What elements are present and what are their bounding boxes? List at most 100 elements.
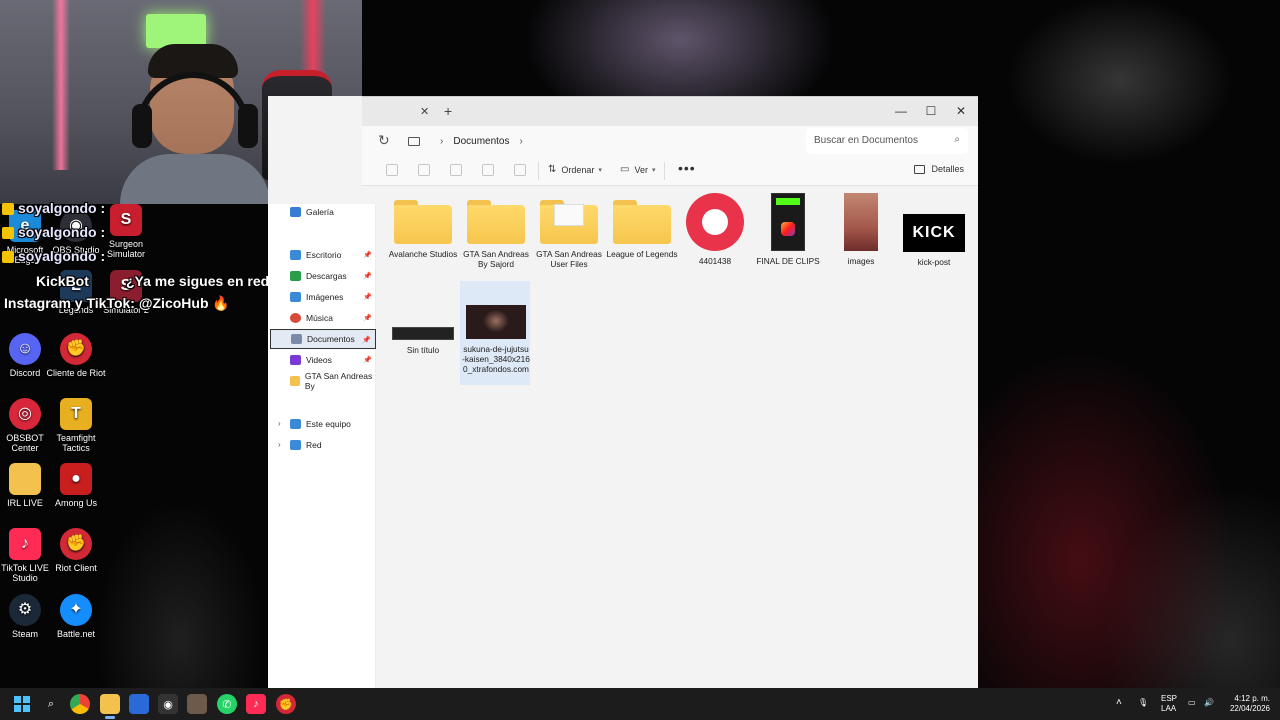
file-explorer-icon[interactable] [100,694,120,714]
riot-taskbar-icon[interactable]: ✊ [276,694,296,714]
chevron-right-icon[interactable]: › [278,419,281,428]
obsbot-icon: ◎ [9,398,41,430]
nav-item-galeria[interactable]: Galería [270,202,376,222]
desktop-icon-riot-client[interactable]: ✊ Cliente de Riot [46,333,106,378]
microphone-icon[interactable]: 🎙 [1138,698,1148,708]
discord-icon: ☺ [9,333,41,365]
file-item-folder[interactable]: GTA San Andreas User Files [533,200,605,269]
badge-icon [2,203,14,216]
folder-icon [540,200,598,244]
file-item-folder[interactable]: GTA San Andreas By Sajord [460,200,532,269]
pictures-icon [290,292,301,302]
file-item-image[interactable]: images [825,193,897,266]
chat-message: Instagram y TikTok: @ZicoHub 🔥 [4,295,230,311]
tft-icon: T [60,398,92,430]
view-button[interactable]: ▭ Ver ▾ [620,164,655,175]
chevron-right-icon[interactable]: › [519,136,522,147]
file-explorer-window[interactable]: ✕ + — ☐ ✕ ↻ › Documentos › Buscar en Doc… [268,96,978,688]
amongus-icon: ● [60,463,92,495]
chat-bot-name: KickBot [36,273,89,289]
chevron-up-icon[interactable]: ˄ [1116,698,1122,708]
surgeon-icon: S [110,204,142,236]
nav-item-imagenes[interactable]: Imágenes 📌 [270,287,376,307]
sort-button[interactable]: ⇅ Ordenar ▾ [548,164,602,175]
details-button[interactable]: Detalles [914,164,964,174]
maximize-button[interactable]: ☐ [916,99,946,123]
file-item-image[interactable]: 4401438 [679,193,751,266]
obs-taskbar-icon[interactable]: ◉ [158,694,178,714]
pin-icon: 📌 [363,294,372,301]
minimize-button[interactable]: — [886,99,916,123]
file-item-image[interactable]: sukuna-de-jujutsu-kaisen_3840x2160_xtraf… [460,305,532,374]
clock[interactable]: 4:12 p. m. 22/04/2026 [1224,694,1270,714]
command-bar: ⇅ Ordenar ▾ ▭ Ver ▾ ••• Detalles [362,156,978,186]
explorer-tab[interactable]: ✕ [362,97,432,127]
whatsapp-icon[interactable]: ✆ [217,694,237,714]
app-icon[interactable] [187,694,207,714]
nav-item-escritorio[interactable]: Escritorio 📌 [270,245,376,265]
breadcrumb[interactable]: › Documentos › [408,131,798,151]
battlenet-icon: ✦ [60,594,92,626]
network-icon[interactable]: ▭ [1188,698,1196,708]
pin-icon: 📌 [363,252,372,259]
search-input[interactable]: Buscar en Documentos ⌕ [806,128,968,154]
volume-icon[interactable]: 🔊 [1204,698,1214,708]
nav-item-musica[interactable]: Música 📌 [270,308,376,328]
chat-line: soyalgondo : [2,224,105,240]
gallery-icon [290,207,301,217]
new-tab-icon[interactable]: + [444,103,452,119]
search-icon[interactable]: ⌕ [41,694,61,714]
videos-icon [290,355,301,365]
folder-icon [290,376,300,386]
breadcrumb-current[interactable]: Documentos [453,136,509,147]
search-icon[interactable]: ⌕ [954,134,960,145]
nav-item-este-equipo[interactable]: › Este equipo [270,414,376,434]
chevron-right-icon[interactable]: › [440,136,443,147]
desktop-icon-riot-client-2[interactable]: ✊ Riot Client [46,528,106,573]
chevron-down-icon: ▾ [651,166,656,174]
nav-item-videos[interactable]: Videos 📌 [270,350,376,370]
file-item-image[interactable]: KICK kick-post [898,214,970,267]
chat-line: soyalgondo : [2,200,105,216]
close-button[interactable]: ✕ [946,99,976,123]
paste-icon[interactable] [450,164,462,176]
file-item-image[interactable]: Sin título [387,327,459,355]
nav-item-documentos[interactable]: Documentos 📌 [270,329,376,349]
streamer [120,44,270,204]
desktop-icon-battlenet[interactable]: ✦ Battle.net [46,594,106,639]
folder-icon [613,200,671,244]
copy-icon[interactable] [418,164,430,176]
refresh-icon[interactable]: ↻ [378,132,390,149]
image-thumbnail [686,193,744,251]
cut-icon[interactable] [386,164,398,176]
language-indicator[interactable]: ESP LAA [1161,694,1177,714]
view-icon: ▭ [620,164,630,175]
file-item-folder[interactable]: Avalanche Studios [387,200,459,259]
title-bar[interactable]: ✕ + — ☐ ✕ [362,96,978,127]
tiktok-taskbar-icon[interactable]: ♪ [246,694,266,714]
chrome-icon[interactable] [70,694,90,714]
desktop-icon-teamfight-tactics[interactable]: T Teamfight Tactics [46,398,106,453]
led-strip-left [52,0,70,170]
folder-icon [9,463,41,495]
nav-item-descargas[interactable]: Descargas 📌 [270,266,376,286]
more-options-icon[interactable]: ••• [678,160,696,176]
pc-icon[interactable] [408,136,420,146]
store-icon[interactable] [129,694,149,714]
details-pane-icon [914,164,926,174]
close-tab-icon[interactable]: ✕ [420,105,429,118]
file-item-image[interactable]: FINAL DE CLIPS [752,193,824,266]
delete-icon[interactable] [514,164,526,176]
chevron-down-icon: ▾ [598,166,602,174]
image-thumbnail: KICK [903,214,965,252]
chevron-right-icon[interactable]: › [278,440,281,449]
neon-sign [146,14,206,48]
file-item-folder[interactable]: League of Legends [606,200,678,259]
nav-item-red[interactable]: › Red [270,435,376,455]
windows-start-icon[interactable] [12,694,32,714]
nav-item-gta-san-andreas[interactable]: GTA San Andreas By [270,371,376,391]
music-icon [290,313,301,323]
desktop-icon-among-us[interactable]: ● Among Us [46,463,106,508]
share-icon[interactable] [482,164,494,176]
riot-icon: ✊ [60,333,92,365]
